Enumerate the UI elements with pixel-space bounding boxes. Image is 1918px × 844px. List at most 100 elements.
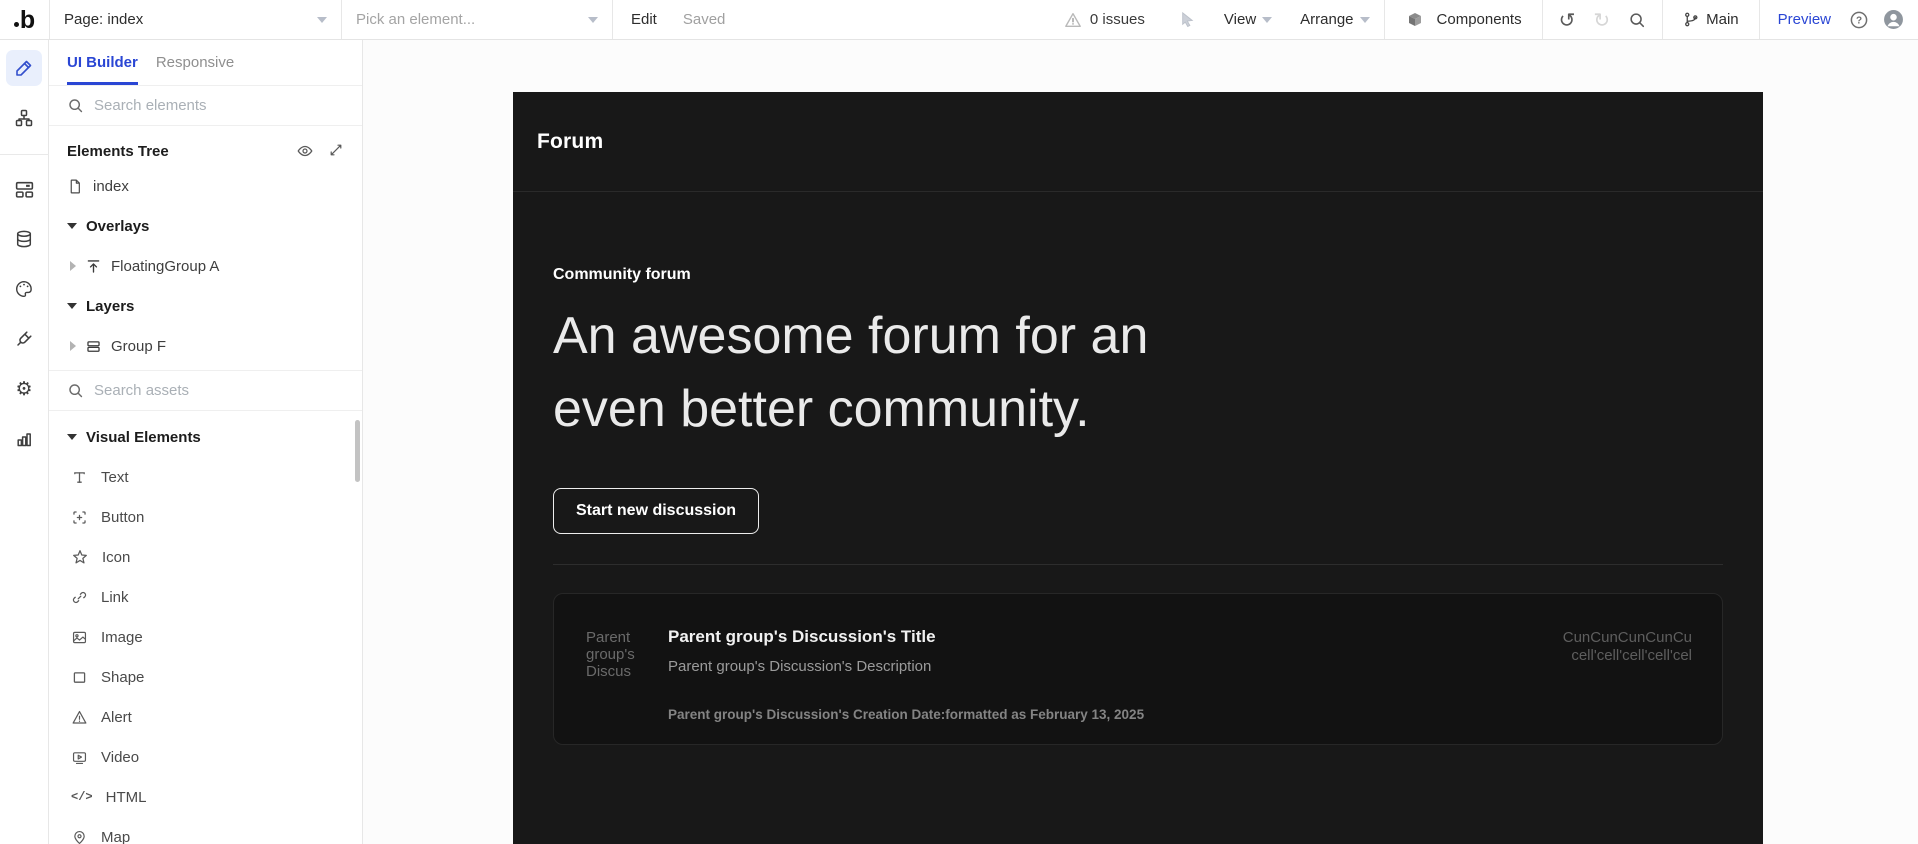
start-discussion-button[interactable]: Start new discussion	[553, 488, 760, 534]
preview-button[interactable]: Preview	[1760, 0, 1849, 39]
tab-ui-builder-label: UI Builder	[67, 54, 138, 71]
component-item-image[interactable]: Image	[49, 617, 362, 657]
layers-section-label: Layers	[86, 297, 135, 315]
design-canvas[interactable]: Forum Community forum An awesome forum f…	[363, 40, 1918, 844]
components-label: Components	[1436, 11, 1522, 28]
component-item-video[interactable]: Video	[49, 737, 362, 777]
component-label: HTML	[105, 788, 147, 806]
chevron-collapsed-icon	[70, 261, 76, 271]
plug-icon	[17, 331, 32, 346]
hero-eyebrow[interactable]: Community forum	[553, 266, 1723, 284]
discussion-description[interactable]: Parent group's Discussion's Description	[668, 658, 1144, 675]
component-item-text[interactable]: Text	[49, 457, 362, 497]
rail-analytics-button[interactable]	[6, 421, 42, 457]
forum-app-frame[interactable]: Forum Community forum An awesome forum f…	[513, 92, 1763, 844]
git-branch-icon	[1685, 12, 1698, 27]
component-label: Link	[101, 588, 129, 606]
pencil-icon	[16, 60, 32, 76]
search-elements-input[interactable]	[94, 97, 314, 114]
view-menu-label: View	[1223, 11, 1257, 28]
rail-theme-button[interactable]	[6, 271, 42, 307]
floating-group-label: FloatingGroup A	[111, 257, 220, 275]
svg-text:?: ?	[1856, 15, 1862, 26]
tree-item-floating-group[interactable]: FloatingGroup A	[49, 246, 362, 286]
rail-structure-button[interactable]	[6, 100, 42, 136]
component-item-icon[interactable]: Icon	[49, 537, 362, 577]
meta-right-line1: CunCunCunCunCu	[1562, 629, 1692, 646]
tree-section-layers[interactable]: Layers	[49, 286, 362, 326]
visual-elements-section[interactable]: Visual Elements	[49, 417, 362, 457]
component-item-alert[interactable]: Alert	[49, 697, 362, 737]
issues-indicator[interactable]: 0 issues	[1064, 11, 1145, 29]
discussion-card[interactable]: Parent group's Discus Parent group's Dis…	[553, 593, 1723, 745]
group-f-label: Group F	[111, 337, 167, 355]
left-panel: UI Builder Responsive Elements Tree	[49, 40, 363, 844]
component-item-map[interactable]: Map	[49, 817, 362, 844]
topbar: b Page: index Pick an element... Edit Sa…	[0, 0, 1918, 40]
expand-icon[interactable]	[328, 142, 344, 158]
user-avatar-icon[interactable]	[1883, 9, 1904, 30]
forum-app-title[interactable]: Forum	[537, 130, 603, 154]
rail-screens-button[interactable]	[6, 171, 42, 207]
tree-item-group-f[interactable]: Group F	[49, 326, 362, 366]
forum-hero-section[interactable]: Community forum An awesome forum for an …	[513, 192, 1763, 565]
panel-scrollbar[interactable]	[355, 420, 360, 482]
rail-plugins-button[interactable]	[6, 321, 42, 357]
chevron-expanded-icon	[67, 434, 77, 440]
code-icon: </>	[71, 790, 93, 804]
chevron-expanded-icon	[67, 223, 77, 229]
tree-item-index-label: index	[93, 177, 129, 195]
search-assets-input[interactable]	[94, 382, 314, 399]
component-label: Button	[101, 508, 145, 526]
gear-icon: ⚙	[15, 378, 33, 400]
page-selector[interactable]: Page: index	[50, 0, 341, 39]
eye-icon[interactable]	[296, 142, 314, 160]
arrange-menu[interactable]: Arrange	[1286, 0, 1383, 39]
tab-ui-builder[interactable]: UI Builder	[67, 40, 138, 85]
redo-icon[interactable]: ↻	[1593, 10, 1610, 30]
view-menu[interactable]: View	[1210, 0, 1286, 39]
star-icon	[73, 550, 87, 564]
tab-responsive-label: Responsive	[155, 54, 235, 71]
help-icon[interactable]: ?	[1849, 10, 1869, 30]
hero-heading-line1: An awesome forum for an	[553, 307, 1149, 365]
discussion-thumb-placeholder: Parent group's Discus	[586, 629, 635, 680]
component-item-shape[interactable]: Shape	[49, 657, 362, 697]
cube-icon	[1408, 12, 1421, 26]
forum-app-header[interactable]: Forum	[513, 92, 1763, 192]
component-label: Alert	[101, 708, 132, 726]
element-picker[interactable]: Pick an element...	[342, 0, 612, 39]
left-icon-rail: ⚙	[0, 40, 49, 844]
discussion-title[interactable]: Parent group's Discussion's Title	[668, 627, 1144, 647]
chevron-down-icon	[1359, 16, 1370, 23]
component-item-link[interactable]: Link	[49, 577, 362, 617]
chevron-down-icon	[1262, 16, 1273, 23]
undo-icon[interactable]: ↺	[1559, 10, 1576, 30]
rail-design-button[interactable]	[6, 50, 42, 86]
branch-selector[interactable]: Main	[1663, 0, 1759, 39]
save-status: Saved	[682, 11, 726, 28]
chevron-down-icon	[588, 16, 598, 23]
chevron-down-icon	[317, 16, 327, 23]
preview-label: Preview	[1777, 11, 1831, 28]
component-item-html[interactable]: </> HTML	[49, 777, 362, 817]
cursor-pointer-icon[interactable]	[1177, 10, 1196, 29]
tree-section-overlays[interactable]: Overlays	[49, 206, 362, 246]
rail-data-button[interactable]	[6, 221, 42, 257]
chevron-expanded-icon	[67, 303, 77, 309]
database-icon	[16, 230, 32, 248]
app-logo[interactable]: b	[0, 0, 49, 39]
tab-responsive[interactable]: Responsive	[156, 40, 234, 85]
discussion-date[interactable]: Parent group's Discussion's Creation Dat…	[668, 707, 1144, 722]
component-item-button[interactable]: Button	[49, 497, 362, 537]
rail-settings-button[interactable]: ⚙	[6, 371, 42, 407]
edit-mode-label[interactable]: Edit	[631, 11, 657, 28]
hero-heading[interactable]: An awesome forum for an even better comm…	[553, 300, 1723, 446]
map-pin-icon	[74, 830, 85, 844]
components-button[interactable]: Components	[1385, 0, 1542, 39]
tree-item-index[interactable]: index	[49, 166, 362, 206]
warning-triangle-icon	[1064, 12, 1081, 27]
elements-tree-title: Elements Tree	[67, 142, 169, 160]
search-icon[interactable]	[1628, 11, 1646, 29]
issues-count-label: 0 issues	[1089, 11, 1145, 28]
